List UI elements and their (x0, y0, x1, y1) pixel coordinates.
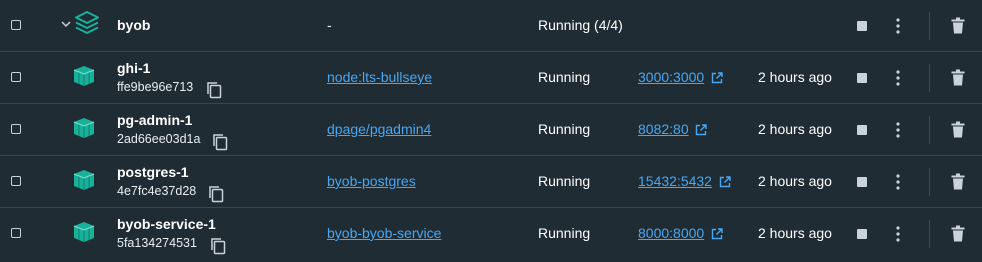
group-status: Running (4/4) (538, 17, 623, 33)
trash-icon[interactable] (951, 69, 965, 86)
port-link[interactable]: 8082:80 (638, 121, 689, 137)
action-divider (929, 220, 930, 248)
compose-stack-icon (75, 11, 99, 34)
row-checkbox[interactable] (11, 72, 21, 82)
container-icon (73, 222, 95, 242)
container-name[interactable]: postgres-1 (117, 164, 189, 180)
container-icon (73, 66, 95, 86)
action-divider (929, 12, 930, 40)
trash-icon[interactable] (951, 121, 965, 138)
container-name[interactable]: ghi-1 (117, 60, 150, 76)
more-vertical-icon[interactable] (893, 17, 903, 35)
external-link-icon[interactable] (719, 176, 731, 188)
copy-icon[interactable] (206, 81, 222, 99)
image-link[interactable]: byob-postgres (327, 173, 416, 189)
external-link-icon[interactable] (711, 228, 723, 240)
action-divider (929, 64, 930, 92)
action-divider (929, 116, 930, 144)
started-time: 2 hours ago (758, 121, 832, 137)
container-row[interactable]: postgres-1 4e7fc4e37d28 byob-postgres Ru… (0, 156, 982, 208)
more-vertical-icon[interactable] (893, 69, 903, 87)
started-time: 2 hours ago (758, 173, 832, 189)
action-divider (929, 168, 930, 196)
external-link-icon[interactable] (695, 124, 707, 136)
container-status: Running (538, 121, 591, 137)
container-status: Running (538, 173, 591, 189)
chevron-down-icon[interactable] (60, 17, 72, 31)
more-vertical-icon[interactable] (893, 173, 903, 191)
stop-icon[interactable] (857, 229, 867, 239)
image-link[interactable]: byob-byob-service (327, 225, 441, 241)
row-checkbox[interactable] (11, 176, 21, 186)
copy-icon[interactable] (212, 133, 228, 151)
trash-icon[interactable] (951, 225, 965, 242)
container-status: Running (538, 69, 591, 85)
port-link[interactable]: 8000:8000 (638, 225, 704, 241)
row-checkbox[interactable] (11, 20, 21, 30)
container-status: Running (538, 225, 591, 241)
external-link-icon[interactable] (711, 72, 723, 84)
started-time: 2 hours ago (758, 225, 832, 241)
stop-icon[interactable] (857, 125, 867, 135)
container-row[interactable]: ghi-1 ffe9be96e713 node:lts-bullseye Run… (0, 52, 982, 104)
group-name[interactable]: byob (117, 17, 150, 33)
compose-group-row[interactable]: byob - Running (4/4) (0, 0, 982, 52)
more-vertical-icon[interactable] (893, 225, 903, 243)
copy-icon[interactable] (208, 185, 224, 203)
group-image: - (327, 17, 332, 33)
container-id: 5fa134274531 (117, 236, 197, 250)
container-name[interactable]: pg-admin-1 (117, 112, 192, 128)
row-checkbox[interactable] (11, 124, 21, 134)
container-id: 4e7fc4e37d28 (117, 184, 197, 198)
container-id: ffe9be96e713 (117, 80, 194, 94)
container-icon (73, 170, 95, 190)
copy-icon[interactable] (210, 237, 226, 255)
container-name[interactable]: byob-service-1 (117, 216, 216, 232)
container-id: 2ad66ee03d1a (117, 132, 201, 146)
container-row[interactable]: pg-admin-1 2ad66ee03d1a dpage/pgadmin4 R… (0, 104, 982, 156)
trash-icon[interactable] (951, 173, 965, 190)
trash-icon[interactable] (951, 17, 965, 34)
container-row[interactable]: byob-service-1 5fa134274531 byob-byob-se… (0, 208, 982, 262)
containers-table: byob - Running (4/4) ghi-1 ffe9be96e713 … (0, 0, 982, 262)
started-time: 2 hours ago (758, 69, 832, 85)
stop-icon[interactable] (857, 177, 867, 187)
row-checkbox[interactable] (11, 228, 21, 238)
container-icon (73, 118, 95, 138)
port-link[interactable]: 15432:5432 (638, 173, 712, 189)
image-link[interactable]: node:lts-bullseye (327, 69, 432, 85)
image-link[interactable]: dpage/pgadmin4 (327, 121, 431, 137)
more-vertical-icon[interactable] (893, 121, 903, 139)
port-link[interactable]: 3000:3000 (638, 69, 704, 85)
stop-icon[interactable] (857, 73, 867, 83)
stop-icon[interactable] (857, 21, 867, 31)
